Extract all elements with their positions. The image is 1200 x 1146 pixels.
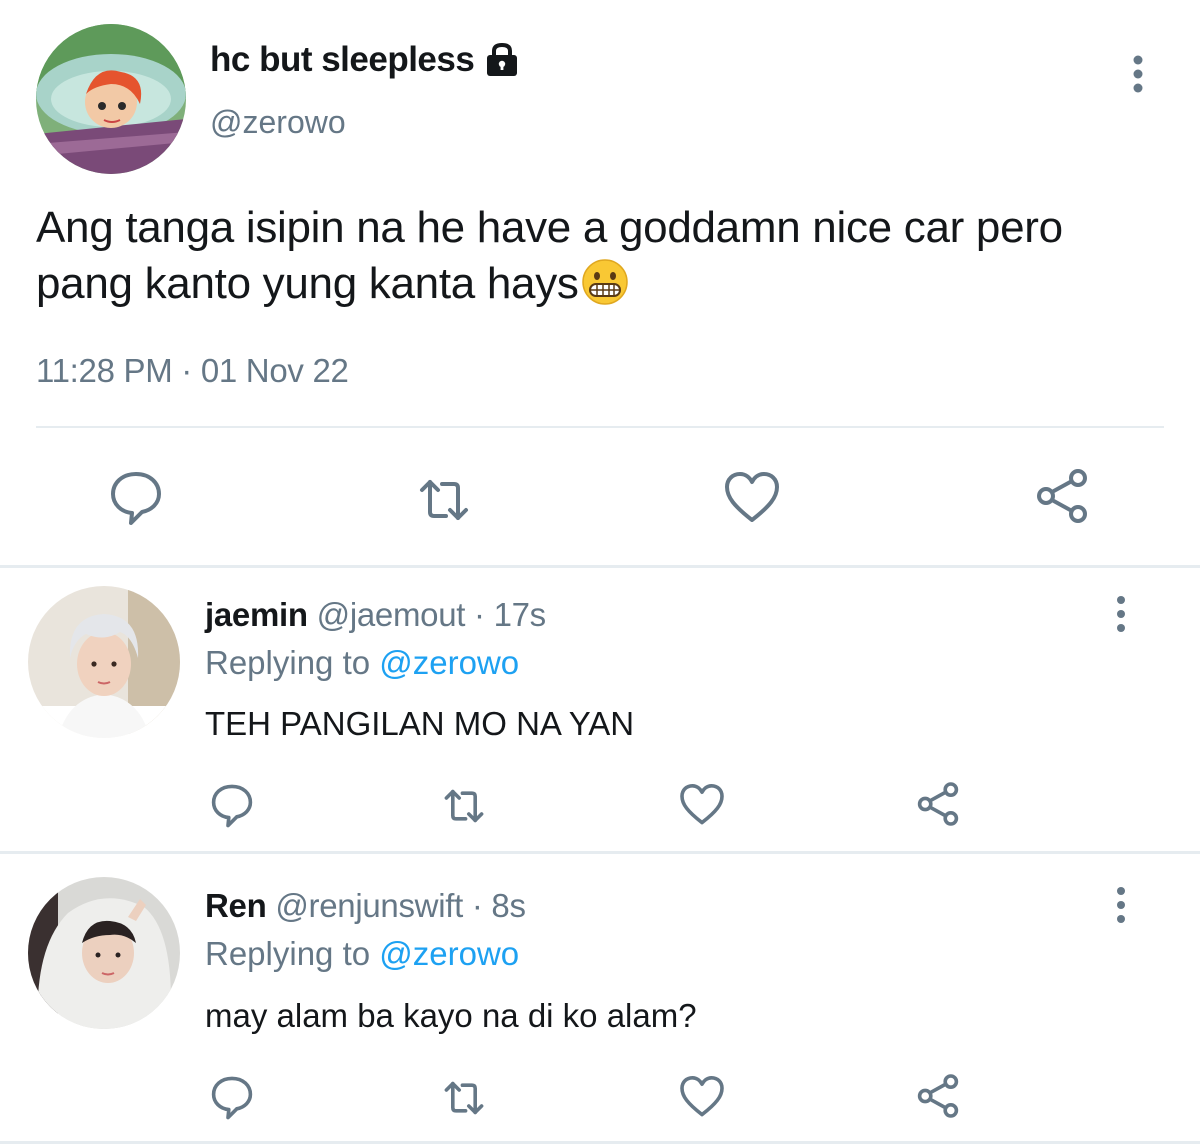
tweet-text: Ang tanga isipin na he have a goddamn ni… [36, 200, 1166, 312]
grimacing-face-emoji [581, 258, 629, 306]
retweet-icon[interactable] [440, 782, 488, 830]
divider [36, 426, 1164, 428]
replying-label: Replying to [205, 644, 371, 681]
reply-display-name[interactable]: Ren [205, 887, 267, 924]
author-handle[interactable]: @zerowo [210, 104, 346, 141]
share-icon[interactable] [914, 780, 962, 828]
reply-text: may alam ba kayo na di ko alam? [205, 997, 697, 1034]
reply-time: · 8s [471, 887, 526, 924]
heart-icon[interactable] [678, 1073, 726, 1121]
author-name-row[interactable]: hc but sleepless [210, 40, 520, 80]
more-vertical-icon[interactable] [1124, 54, 1152, 94]
retweet-icon[interactable] [414, 470, 474, 530]
reply-icon[interactable] [208, 780, 256, 828]
share-icon[interactable] [914, 1072, 962, 1120]
reply-header: jaemin @jaemout · 17s [205, 596, 546, 634]
replying-to: Replying to @zerowo [205, 935, 519, 973]
reply-avatar[interactable] [28, 586, 180, 738]
reply-handle[interactable]: @renjunswift [275, 887, 463, 924]
replying-label: Replying to [205, 935, 371, 972]
section-separator [0, 565, 1200, 568]
reply-header: Ren @renjunswift · 8s [205, 887, 526, 925]
reply-icon[interactable] [208, 1072, 256, 1120]
reply-time: · 17s [474, 596, 546, 633]
more-vertical-icon[interactable] [1109, 594, 1133, 634]
replying-to: Replying to @zerowo [205, 644, 519, 682]
retweet-icon[interactable] [440, 1074, 488, 1122]
heart-icon[interactable] [722, 468, 782, 528]
heart-icon[interactable] [678, 781, 726, 829]
reply-handle[interactable]: @jaemout [317, 596, 466, 633]
reply-icon[interactable] [106, 466, 166, 526]
section-separator [0, 1141, 1200, 1144]
author-avatar[interactable] [36, 24, 186, 174]
author-display-name[interactable]: hc but sleepless [210, 40, 475, 80]
tweet-body: Ang tanga isipin na he have a goddamn ni… [36, 203, 1063, 308]
reply-avatar[interactable] [28, 877, 180, 1029]
reply-display-name[interactable]: jaemin [205, 596, 308, 633]
replying-mention[interactable]: @zerowo [379, 644, 519, 681]
replying-mention[interactable]: @zerowo [379, 935, 519, 972]
share-icon[interactable] [1032, 466, 1092, 526]
more-vertical-icon[interactable] [1109, 885, 1133, 925]
tweet-timestamp[interactable]: 11:28 PM · 01 Nov 22 [36, 352, 349, 390]
reply-text: TEH PANGILAN MO NA YAN [205, 705, 635, 742]
section-separator [0, 851, 1200, 854]
lock-icon [484, 42, 520, 78]
